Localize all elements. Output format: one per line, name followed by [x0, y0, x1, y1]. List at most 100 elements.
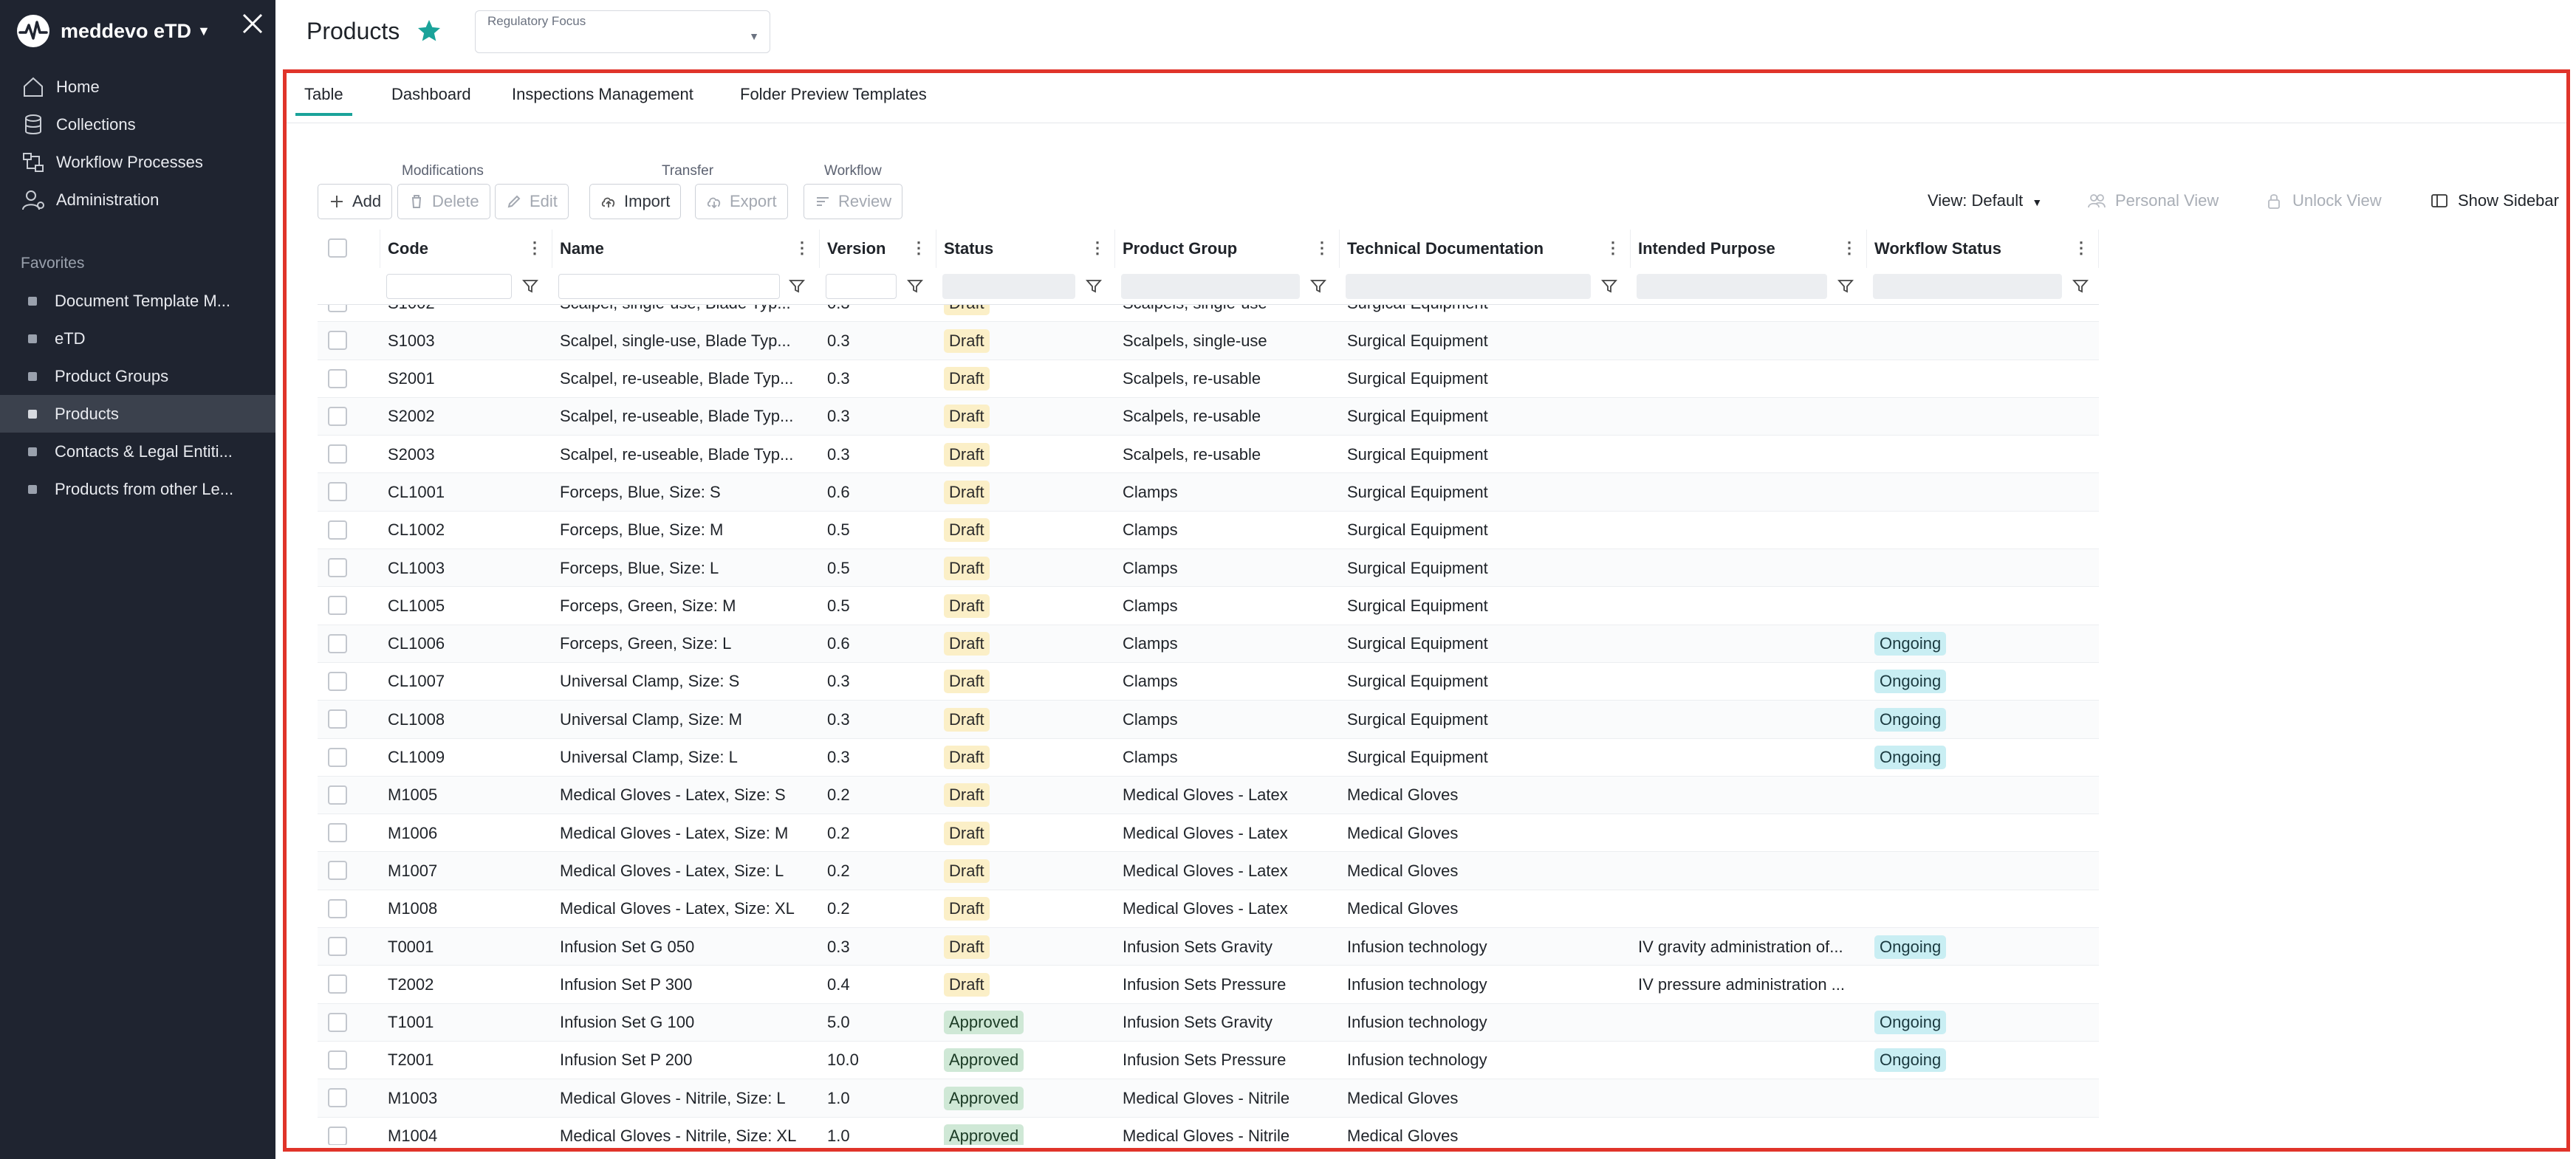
review-button[interactable]: Review — [804, 184, 903, 219]
favorite-item-active[interactable]: Products — [0, 395, 275, 433]
add-button[interactable]: Add — [318, 184, 393, 219]
row-checkbox[interactable] — [328, 406, 347, 426]
tab-inspections-management[interactable]: Inspections Management — [512, 85, 693, 113]
select-all-checkbox[interactable] — [328, 238, 347, 258]
column-header-name[interactable]: Name ⋮ — [552, 230, 820, 268]
import-button[interactable]: Import — [589, 184, 682, 219]
regulatory-focus-select[interactable]: Regulatory Focus ▼ — [475, 10, 770, 53]
row-checkbox[interactable] — [328, 482, 347, 502]
table-row[interactable]: S1002 Scalpel, single-use, Blade Typ... 0.… — [318, 303, 2099, 323]
column-header-technical-documentation[interactable]: Technical Documentation ⋮ — [1340, 230, 1631, 268]
table-row[interactable]: CL1001 Forceps, Blue, Size: S 0.6 Draft Clam… — [318, 473, 2099, 512]
column-menu-icon[interactable]: ⋮ — [1314, 240, 1330, 256]
favorite-item[interactable]: Products from other Le... — [0, 470, 275, 508]
filter-input-code[interactable] — [386, 274, 512, 299]
table-row[interactable]: S2002 Scalpel, re-useable, Blade Typ... 0.… — [318, 397, 2099, 436]
row-checkbox[interactable] — [328, 861, 347, 881]
column-menu-icon[interactable]: ⋮ — [911, 240, 927, 256]
column-menu-icon[interactable]: ⋮ — [794, 240, 810, 256]
column-menu-icon[interactable]: ⋮ — [2073, 240, 2089, 256]
nav-item-administration[interactable]: Administration — [0, 181, 275, 219]
favorite-item[interactable]: eTD — [0, 320, 275, 357]
column-menu-icon[interactable]: ⋮ — [1841, 240, 1857, 256]
column-menu-icon[interactable]: ⋮ — [527, 240, 543, 256]
row-checkbox[interactable] — [328, 898, 347, 918]
app-switcher[interactable]: meddevo eTD ▼ — [15, 7, 210, 55]
table-row[interactable]: CL1005 Forceps, Green, Size: M 0.5 Draft Cla… — [318, 587, 2099, 625]
column-menu-icon[interactable]: ⋮ — [1605, 240, 1621, 256]
row-checkbox[interactable] — [328, 444, 347, 464]
filter-input-name[interactable] — [558, 274, 780, 299]
tab-folder-preview-templates[interactable]: Folder Preview Templates — [740, 85, 927, 113]
table-row[interactable]: S2001 Scalpel, re-useable, Blade Typ... 0.… — [318, 360, 2099, 398]
table-row[interactable]: T2001 Infusion Set P 200 10.0 Approved Infus… — [318, 1042, 2099, 1080]
table-row[interactable]: CL1002 Forceps, Blue, Size: M 0.5 Draft Clam… — [318, 512, 2099, 550]
table-row[interactable]: M1003 Medical Gloves - Nitrile, Size: L 1.… — [318, 1079, 2099, 1118]
favorite-item[interactable]: Document Template M... — [0, 282, 275, 320]
edit-button[interactable]: Edit — [495, 184, 569, 219]
favorite-item[interactable]: Contacts & Legal Entiti... — [0, 433, 275, 470]
row-checkbox[interactable] — [328, 596, 347, 616]
row-checkbox[interactable] — [328, 633, 347, 653]
filter-select-intended-purpose[interactable] — [1637, 274, 1827, 299]
favorite-star-icon[interactable] — [416, 18, 442, 44]
cell-text: Medical Gloves — [1347, 861, 1459, 880]
export-button[interactable]: Export — [695, 184, 788, 219]
column-header-workflow-status[interactable]: Workflow Status ⋮ — [1867, 230, 2099, 268]
filter-select-workflow-status[interactable] — [1873, 274, 2062, 299]
table-row[interactable]: M1004 Medical Gloves - Nitrile, Size: XL 1… — [318, 1118, 2099, 1145]
column-header-version[interactable]: Version ⋮ — [820, 230, 936, 268]
table-row[interactable]: T0001 Infusion Set G 050 0.3 Draft Infusion … — [318, 928, 2099, 966]
nav-item-collections[interactable]: Collections — [0, 106, 275, 143]
row-checkbox[interactable] — [328, 1012, 347, 1032]
row-checkbox[interactable] — [328, 1088, 347, 1108]
row-checkbox[interactable] — [328, 974, 347, 994]
column-header-status[interactable]: Status ⋮ — [936, 230, 1115, 268]
favorite-item[interactable]: Product Groups — [0, 357, 275, 395]
filter-select-product-group[interactable] — [1121, 274, 1300, 299]
filter-select-status[interactable] — [942, 274, 1075, 299]
personal-view-button[interactable]: Personal View — [2087, 191, 2219, 210]
nav-item-home[interactable]: Home — [0, 68, 275, 106]
row-checkbox[interactable] — [328, 558, 347, 578]
row-checkbox[interactable] — [328, 1050, 347, 1070]
column-header-product-group[interactable]: Product Group ⋮ — [1115, 230, 1340, 268]
column-header-code[interactable]: Code ⋮ — [380, 230, 552, 268]
tab-dashboard[interactable]: Dashboard — [391, 85, 471, 113]
row-checkbox[interactable] — [328, 747, 347, 767]
row-checkbox[interactable] — [328, 937, 347, 957]
tab-table[interactable]: Table — [295, 85, 352, 116]
table-row[interactable]: CL1007 Universal Clamp, Size: S 0.3 Draft Cl… — [318, 663, 2099, 701]
close-sidebar-button[interactable] — [238, 9, 267, 38]
status-badge: Draft — [944, 303, 990, 315]
column-header-intended-purpose[interactable]: Intended Purpose ⋮ — [1631, 230, 1867, 268]
table-row[interactable]: T1001 Infusion Set G 100 5.0 Approved Infusi… — [318, 1003, 2099, 1042]
row-checkbox[interactable] — [328, 331, 347, 351]
table-row[interactable]: CL1009 Universal Clamp, Size: L 0.3 Draft Cl… — [318, 739, 2099, 777]
row-checkbox[interactable] — [328, 709, 347, 729]
view-select[interactable]: View: Default ▼ — [1928, 191, 2042, 210]
column-menu-icon[interactable]: ⋮ — [1089, 240, 1106, 256]
row-checkbox[interactable] — [328, 671, 347, 691]
table-row[interactable]: S1003 Scalpel, single-use, Blade Typ... 0.… — [318, 322, 2099, 360]
filter-select-technical-documentation[interactable] — [1346, 274, 1591, 299]
table-row[interactable]: CL1008 Universal Clamp, Size: M 0.3 Draft Cl… — [318, 701, 2099, 739]
table-row[interactable]: M1007 Medical Gloves - Latex, Size: L 0.2 D… — [318, 852, 2099, 890]
filter-input-version[interactable] — [826, 274, 897, 299]
table-row[interactable]: M1008 Medical Gloves - Latex, Size: XL 0.2… — [318, 890, 2099, 929]
delete-button[interactable]: Delete — [397, 184, 490, 219]
nav-item-workflow-processes[interactable]: Workflow Processes — [0, 143, 275, 181]
table-row[interactable]: CL1006 Forceps, Green, Size: L 0.6 Draft Cla… — [318, 625, 2099, 663]
row-checkbox[interactable] — [328, 823, 347, 843]
table-row[interactable]: CL1003 Forceps, Blue, Size: L 0.5 Draft Clam… — [318, 549, 2099, 588]
show-sidebar-button[interactable]: Show Sidebar — [2430, 191, 2559, 210]
row-checkbox[interactable] — [328, 368, 347, 388]
row-checkbox[interactable] — [328, 785, 347, 805]
row-checkbox[interactable] — [328, 1126, 347, 1145]
table-row[interactable]: M1005 Medical Gloves - Latex, Size: S 0.2 D… — [318, 776, 2099, 815]
row-checkbox[interactable] — [328, 520, 347, 540]
table-row[interactable]: T2002 Infusion Set P 300 0.4 Draft Infusion … — [318, 966, 2099, 1004]
unlock-view-button[interactable]: Unlock View — [2264, 191, 2382, 210]
table-row[interactable]: M1006 Medical Gloves - Latex, Size: M 0.2 D… — [318, 814, 2099, 853]
table-row[interactable]: S2003 Scalpel, re-useable, Blade Typ... 0.… — [318, 436, 2099, 474]
